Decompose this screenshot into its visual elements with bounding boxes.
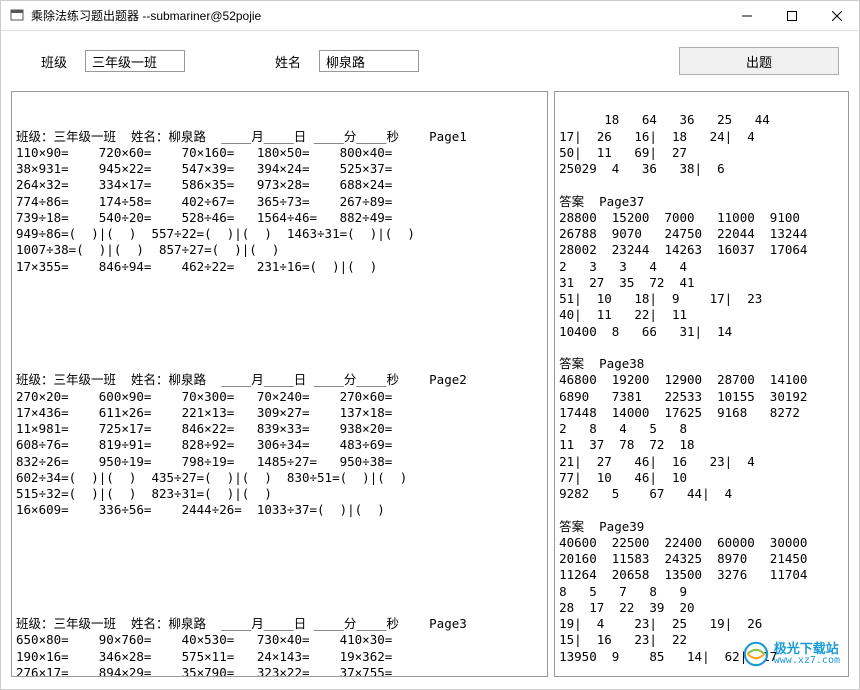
titlebar: 乘除法练习题出题器 --submariner@52pojie bbox=[1, 1, 859, 31]
answers-text: 18 64 36 25 44 17| 26 16| 18 24| 4 50| 1… bbox=[559, 112, 807, 677]
window-controls bbox=[724, 1, 859, 30]
generate-button[interactable]: 出题 bbox=[679, 47, 839, 75]
answers-panel[interactable]: 18 64 36 25 44 17| 26 16| 18 24| 4 50| 1… bbox=[554, 91, 849, 677]
watermark-site-name: 极光下载站 bbox=[774, 643, 840, 656]
watermark-text: 极光下载站 www.xz7.com bbox=[774, 643, 840, 666]
minimize-button[interactable] bbox=[724, 1, 769, 30]
class-label: 班级 bbox=[41, 52, 67, 71]
watermark-url: www.xz7.com bbox=[774, 656, 840, 666]
questions-panel[interactable]: 班级：三年级一班 姓名：柳泉路 ____月____日 ____分____秒 Pa… bbox=[11, 91, 548, 677]
titlebar-left: 乘除法练习题出题器 --submariner@52pojie bbox=[9, 7, 261, 24]
maximize-button[interactable] bbox=[769, 1, 814, 30]
app-icon bbox=[9, 8, 25, 24]
name-input[interactable] bbox=[319, 50, 419, 72]
name-label: 姓名 bbox=[275, 52, 301, 71]
class-input[interactable] bbox=[85, 50, 185, 72]
app-window: 乘除法练习题出题器 --submariner@52pojie 班级 姓名 出题 … bbox=[0, 0, 860, 690]
close-button[interactable] bbox=[814, 1, 859, 30]
form-area: 班级 姓名 出题 bbox=[1, 31, 859, 91]
window-title: 乘除法练习题出题器 --submariner@52pojie bbox=[31, 7, 261, 24]
content-area: 班级：三年级一班 姓名：柳泉路 ____月____日 ____分____秒 Pa… bbox=[1, 91, 859, 689]
